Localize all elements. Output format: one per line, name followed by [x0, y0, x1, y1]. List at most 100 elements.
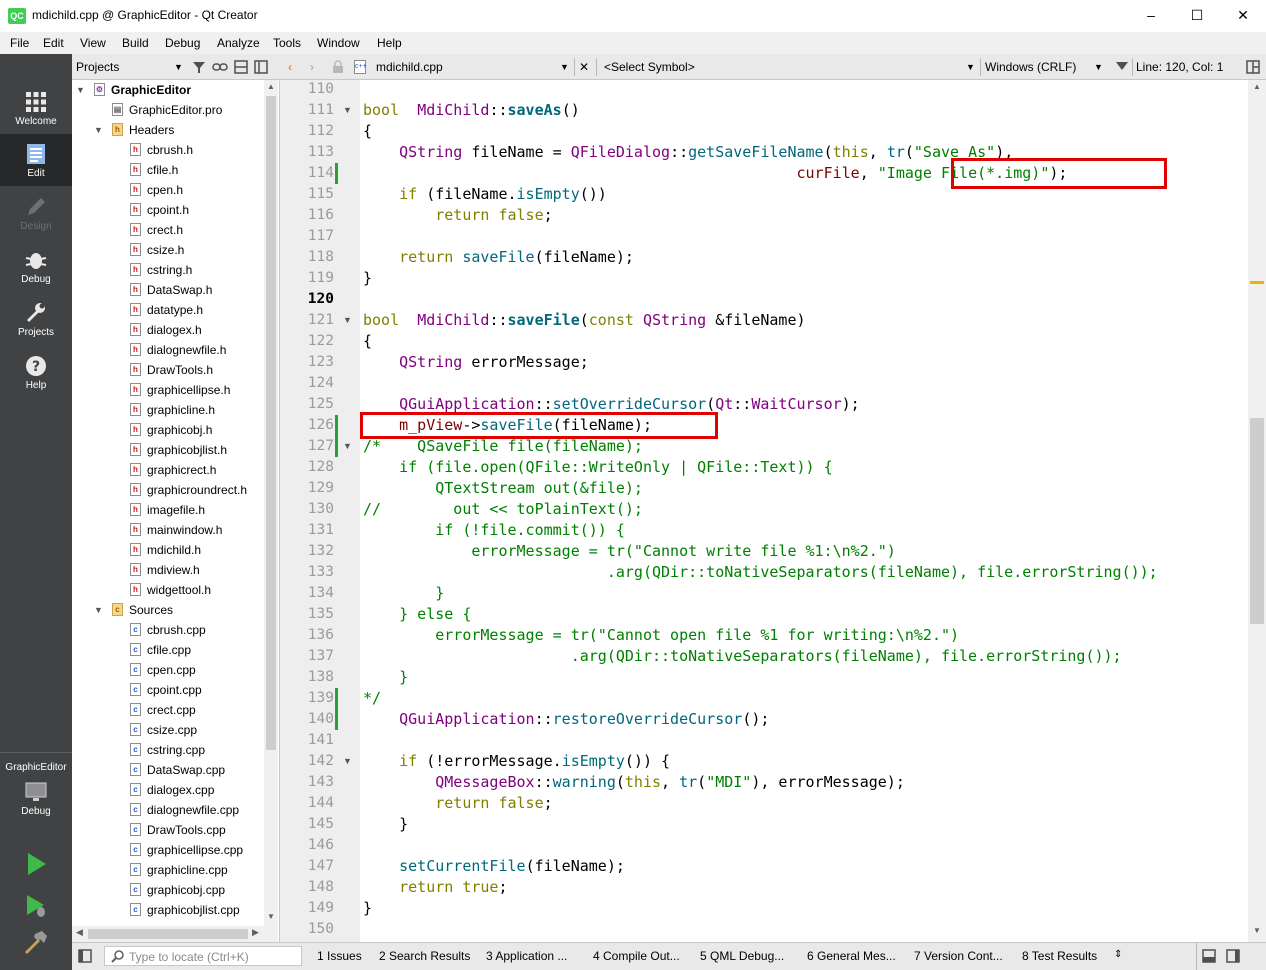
tree-item[interactable]: h cpen.h — [72, 180, 262, 200]
tree-item[interactable]: ▼ h Headers — [72, 120, 262, 140]
code-line[interactable]: errorMessage = tr("Cannot open file %1 f… — [363, 625, 959, 646]
tree-item[interactable]: c graphicobjlist.cpp — [72, 900, 262, 920]
menu-edit[interactable]: Edit — [43, 36, 64, 50]
tree-item[interactable]: ▼ c Sources — [72, 600, 262, 620]
cursor-position[interactable]: Line: 120, Col: 1 — [1136, 60, 1223, 74]
code-line[interactable]: if (!errorMessage.isEmpty()) { — [363, 751, 670, 772]
tree-item[interactable]: c dialognewfile.cpp — [72, 800, 262, 820]
close-panel-icon[interactable] — [254, 60, 268, 74]
menu-window[interactable]: Window — [317, 36, 360, 50]
code-line[interactable]: bool MdiChild::saveAs() — [363, 100, 580, 121]
pane-compile-output[interactable]: 4 Compile Out... — [593, 949, 680, 963]
tree-item[interactable]: h graphicrect.h — [72, 460, 262, 480]
code-line[interactable]: } — [363, 583, 444, 604]
tree-item[interactable]: c cpen.cpp — [72, 660, 262, 680]
chevron-down-icon[interactable]: ▼ — [76, 80, 86, 100]
scroll-up-icon[interactable]: ▲ — [1253, 82, 1261, 91]
tree-item[interactable]: h graphicroundrect.h — [72, 480, 262, 500]
tree-item[interactable]: h mdiview.h — [72, 560, 262, 580]
toggle-right-sidebar-icon[interactable] — [1226, 949, 1240, 963]
tree-item[interactable]: h graphicellipse.h — [72, 380, 262, 400]
tree-item[interactable]: c csize.cpp — [72, 720, 262, 740]
code-line[interactable]: errorMessage = tr("Cannot write file %1:… — [363, 541, 895, 562]
chevron-down-icon[interactable]: ▼ — [94, 120, 104, 140]
code-line[interactable]: QMessageBox::warning(this, tr("MDI"), er… — [363, 772, 905, 793]
code-line[interactable]: } — [363, 667, 408, 688]
project-tree-scroll-thumb[interactable] — [266, 96, 276, 750]
progress-details-icon[interactable] — [1202, 949, 1216, 963]
code-line[interactable]: } — [363, 814, 408, 835]
editor-scroll-thumb[interactable] — [1250, 418, 1264, 624]
chevron-down-icon[interactable]: ▼ — [94, 600, 104, 620]
tree-item[interactable]: ▼ ⚙ GraphicEditor — [72, 80, 262, 100]
chevron-down-icon[interactable]: ▼ — [1094, 62, 1103, 72]
fold-toggle-icon[interactable]: ▼ — [343, 315, 352, 325]
tree-item[interactable]: c cstring.cpp — [72, 740, 262, 760]
tree-item[interactable]: c crect.cpp — [72, 700, 262, 720]
mode-debug[interactable]: Debug — [0, 240, 72, 292]
code-line[interactable]: { — [363, 121, 372, 142]
projects-view-selector[interactable]: Projects — [76, 60, 119, 74]
tree-item[interactable]: h dialogex.h — [72, 320, 262, 340]
pane-selector-icon[interactable]: ⇕ — [1114, 949, 1122, 960]
split-editor-icon[interactable] — [1246, 60, 1260, 74]
code-line[interactable]: curFile, "Image File(*.img)"); — [363, 163, 1067, 184]
scroll-down-icon[interactable]: ▼ — [267, 912, 275, 921]
tree-item[interactable]: h mdichild.h — [72, 540, 262, 560]
scroll-down-icon[interactable]: ▼ — [1253, 926, 1261, 935]
tree-item[interactable]: h DrawTools.h — [72, 360, 262, 380]
tree-item[interactable]: h graphicobjlist.h — [72, 440, 262, 460]
code-line[interactable]: { — [363, 331, 372, 352]
tree-item[interactable]: c cpoint.cpp — [72, 680, 262, 700]
tree-item[interactable]: c cbrush.cpp — [72, 620, 262, 640]
code-line[interactable]: setCurrentFile(fileName); — [363, 856, 625, 877]
filter-icon[interactable] — [192, 60, 206, 74]
project-tree-hscrollbar[interactable]: ◀ ▶ — [72, 926, 264, 942]
tree-item[interactable]: c DataSwap.cpp — [72, 760, 262, 780]
code-line[interactable]: */ — [363, 688, 381, 709]
tree-item[interactable]: h crect.h — [72, 220, 262, 240]
split-icon[interactable] — [234, 60, 248, 74]
line-number-gutter[interactable]: 110 111 ▼ 112 113 114 115 116 117 118 119 120 121 ▼ 12… — [280, 80, 360, 942]
tree-item[interactable]: c graphicline.cpp — [72, 860, 262, 880]
pane-search-results[interactable]: 2 Search Results — [379, 949, 470, 963]
mode-design[interactable]: Design — [0, 187, 72, 239]
chevron-down-icon[interactable]: ▼ — [560, 62, 569, 72]
code-line[interactable]: bool MdiChild::saveFile(const QString &f… — [363, 310, 806, 331]
code-line[interactable]: } — [363, 268, 372, 289]
fold-toggle-icon[interactable]: ▼ — [343, 105, 352, 115]
maximize-button[interactable]: ☐ — [1174, 0, 1220, 30]
scroll-up-icon[interactable]: ▲ — [267, 82, 275, 91]
pane-application-output[interactable]: 3 Application ... — [486, 949, 567, 963]
code-line[interactable]: } else { — [363, 604, 471, 625]
fold-toggle-icon[interactable]: ▼ — [343, 756, 352, 766]
tree-item[interactable]: h mainwindow.h — [72, 520, 262, 540]
code-line[interactable]: QTextStream out(&file); — [363, 478, 643, 499]
tree-item[interactable]: h graphicobj.h — [72, 420, 262, 440]
code-line[interactable]: return false; — [363, 205, 552, 226]
tree-item[interactable]: h dialognewfile.h — [72, 340, 262, 360]
fold-toggle-icon[interactable]: ▼ — [343, 441, 352, 451]
tree-item[interactable]: h cstring.h — [72, 260, 262, 280]
menu-debug[interactable]: Debug — [165, 36, 200, 50]
menu-tools[interactable]: Tools — [273, 36, 301, 50]
code-line[interactable]: .arg(QDir::toNativeSeparators(fileName),… — [363, 562, 1158, 583]
open-document-selector[interactable]: mdichild.cpp — [376, 60, 443, 74]
pane-version-control[interactable]: 7 Version Cont... — [914, 949, 1003, 963]
code-line[interactable]: return saveFile(fileName); — [363, 247, 634, 268]
menu-view[interactable]: View — [80, 36, 106, 50]
tree-item[interactable]: h graphicline.h — [72, 400, 262, 420]
tree-item[interactable]: c graphicobj.cpp — [72, 880, 262, 900]
mode-edit[interactable]: Edit — [0, 134, 72, 186]
line-ending-selector[interactable]: Windows (CRLF) — [985, 60, 1076, 74]
menu-build[interactable]: Build — [122, 36, 149, 50]
tree-item[interactable]: h datatype.h — [72, 300, 262, 320]
tree-item[interactable]: h widgettool.h — [72, 580, 262, 600]
code-line[interactable]: if (!file.commit()) { — [363, 520, 625, 541]
mode-welcome[interactable]: Welcome — [0, 82, 72, 134]
code-line[interactable]: if (file.open(QFile::WriteOnly | QFile::… — [363, 457, 833, 478]
code-line[interactable]: /* QSaveFile file(fileName); — [363, 436, 643, 457]
code-line[interactable]: return true; — [363, 877, 507, 898]
pane-general-messages[interactable]: 6 General Mes... — [807, 949, 896, 963]
tree-item[interactable]: c DrawTools.cpp — [72, 820, 262, 840]
